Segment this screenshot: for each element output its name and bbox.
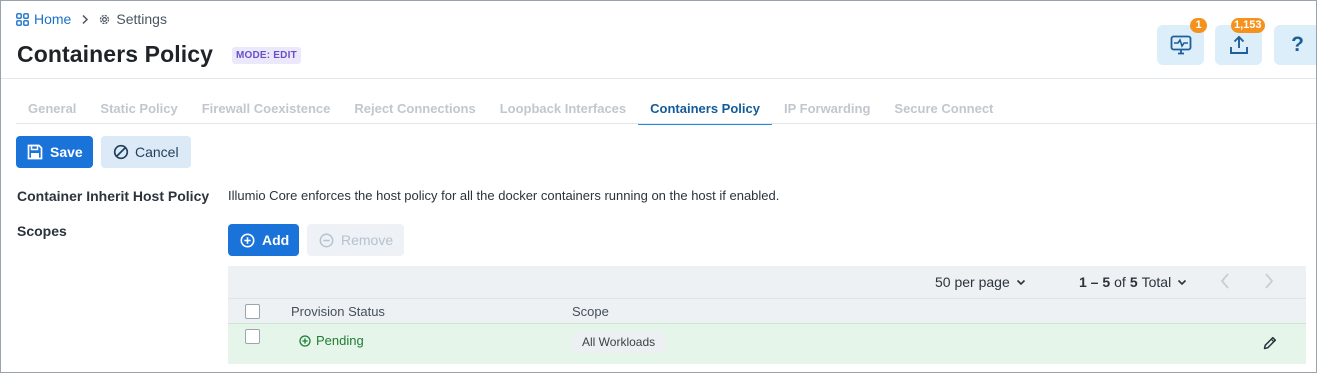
app-frame: Home Settings Containers Policy MODE: ED… (0, 0, 1317, 373)
grid-icon (16, 12, 29, 26)
pending-plus-icon (299, 334, 311, 347)
upload-icon (1229, 35, 1248, 54)
remove-scope-button[interactable]: Remove (307, 224, 404, 256)
scope-chip[interactable]: All Workloads (570, 331, 668, 353)
tab-static-policy[interactable]: Static Policy (88, 93, 189, 125)
tab-containers-policy[interactable]: Containers Policy (638, 93, 772, 125)
grid-header: Provision Status Scope (228, 298, 1306, 323)
breadcrumb-home[interactable]: Home (16, 11, 71, 27)
chevron-left-icon (1220, 273, 1229, 289)
health-button[interactable]: 1 (1157, 18, 1207, 65)
breadcrumb-home-label: Home (34, 11, 72, 27)
tab-firewall-coexistence[interactable]: Firewall Coexistence (190, 93, 343, 125)
pagination-total-count: 5 (1129, 274, 1138, 290)
save-button[interactable]: Save (16, 136, 93, 168)
scopes-label: Scopes (17, 223, 67, 239)
save-label: Save (50, 144, 83, 160)
save-icon (27, 144, 43, 160)
column-provision-status[interactable]: Provision Status (291, 304, 385, 319)
provision-status-label: Pending (316, 333, 364, 348)
minus-circle-icon (319, 233, 334, 247)
provision-button[interactable]: 1,153 (1215, 18, 1265, 65)
cancel-label: Cancel (135, 144, 179, 160)
help-button[interactable]: ? (1274, 25, 1316, 65)
chevron-right-icon (81, 14, 89, 25)
cancel-icon (113, 144, 129, 160)
plus-circle-icon (240, 233, 255, 247)
chevron-right-icon (1265, 273, 1274, 289)
pagination-of: of (1114, 274, 1126, 290)
breadcrumb: Home Settings (16, 11, 167, 27)
column-scope[interactable]: Scope (572, 304, 609, 319)
mode-badge: MODE: EDIT (232, 47, 301, 64)
next-page-button[interactable] (1263, 272, 1275, 295)
edit-icon[interactable] (1262, 335, 1278, 356)
health-badge: 1 (1190, 18, 1207, 33)
prev-page-button[interactable] (1219, 272, 1231, 295)
monitor-health-icon (1170, 35, 1191, 55)
chevron-down-icon (1178, 279, 1187, 285)
tab-reject-connections[interactable]: Reject Connections (342, 93, 487, 125)
provision-status: Pending (299, 333, 364, 348)
pagination-select[interactable]: 1 – 5 of 5 Total (1079, 274, 1187, 290)
per-page-select[interactable]: 50 per page (935, 274, 1026, 290)
inherit-host-policy-description: Illumio Core enforces the host policy fo… (228, 188, 780, 203)
breadcrumb-settings: Settings (98, 11, 167, 27)
tab-loopback-interfaces[interactable]: Loopback Interfaces (488, 93, 638, 125)
pagination-range: 1 – 5 (1079, 274, 1111, 290)
tab-general[interactable]: General (16, 93, 88, 125)
tab-secure-connect[interactable]: Secure Connect (882, 93, 1005, 125)
remove-label: Remove (341, 232, 394, 248)
breadcrumb-settings-label: Settings (116, 11, 167, 27)
chevron-down-icon (1016, 279, 1025, 285)
table-row[interactable]: Pending All Workloads (228, 323, 1306, 364)
add-scope-button[interactable]: Add (228, 224, 299, 256)
header-divider (1, 78, 1316, 79)
tab-bar: General Static Policy Firewall Coexisten… (16, 93, 1005, 125)
select-all-checkbox[interactable] (245, 304, 260, 319)
per-page-label: 50 per page (935, 274, 1010, 290)
tab-ip-forwarding[interactable]: IP Forwarding (772, 93, 882, 125)
tabs-divider (16, 123, 1316, 124)
inherit-host-policy-label: Container Inherit Host Policy (17, 188, 210, 204)
add-label: Add (262, 232, 290, 248)
provision-badge: 1,153 (1231, 18, 1265, 33)
grid-toolbar: 50 per page 1 – 5 of 5 Total (228, 266, 1306, 298)
pagination-total-label: Total (1141, 274, 1172, 290)
page-title: Containers Policy (17, 41, 213, 67)
cancel-button[interactable]: Cancel (101, 136, 191, 168)
help-icon: ? (1291, 33, 1304, 56)
row-checkbox[interactable] (245, 329, 260, 344)
gear-icon (100, 14, 110, 24)
